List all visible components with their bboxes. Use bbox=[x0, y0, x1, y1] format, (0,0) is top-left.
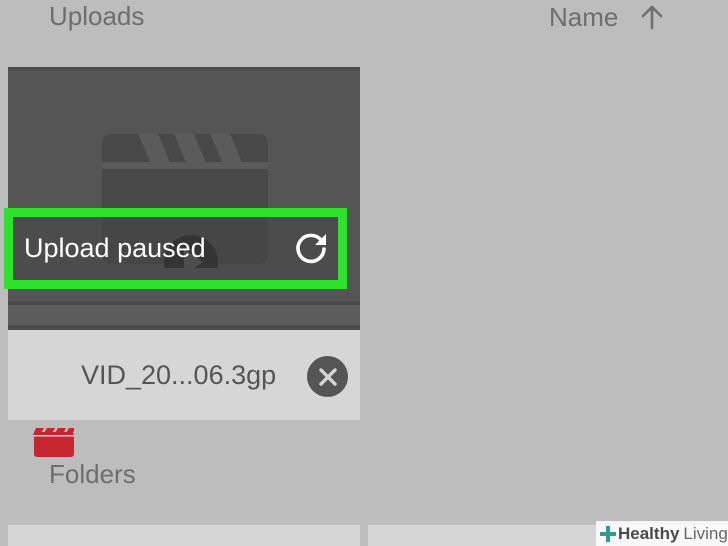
watermark: Healthy Living bbox=[596, 521, 728, 546]
folders-section-title: Folders bbox=[49, 459, 136, 489]
file-name: VID_20...06.3gp bbox=[81, 360, 277, 390]
video-file-icon bbox=[33, 428, 74, 457]
video-thumbnail[interactable] bbox=[8, 67, 360, 330]
upload-status-label: Upload paused bbox=[24, 233, 206, 263]
sort-label: Name bbox=[549, 1, 619, 32]
folder-card[interactable] bbox=[8, 525, 360, 546]
thumbnail-border bbox=[8, 67, 360, 70]
progress-track-bottom bbox=[8, 325, 360, 330]
plus-logo-icon bbox=[600, 525, 616, 542]
arrow-up-icon bbox=[642, 5, 663, 30]
progress-bar bbox=[8, 305, 360, 325]
watermark-text-bold: Healthy bbox=[618, 523, 680, 543]
close-icon bbox=[318, 367, 337, 386]
watermark-text-light: Living bbox=[683, 523, 728, 543]
cancel-upload-button[interactable] bbox=[307, 356, 348, 397]
sort-control[interactable]: Name bbox=[549, 0, 664, 34]
refresh-icon[interactable] bbox=[293, 231, 329, 267]
uploads-section-title: Uploads bbox=[49, 1, 145, 31]
